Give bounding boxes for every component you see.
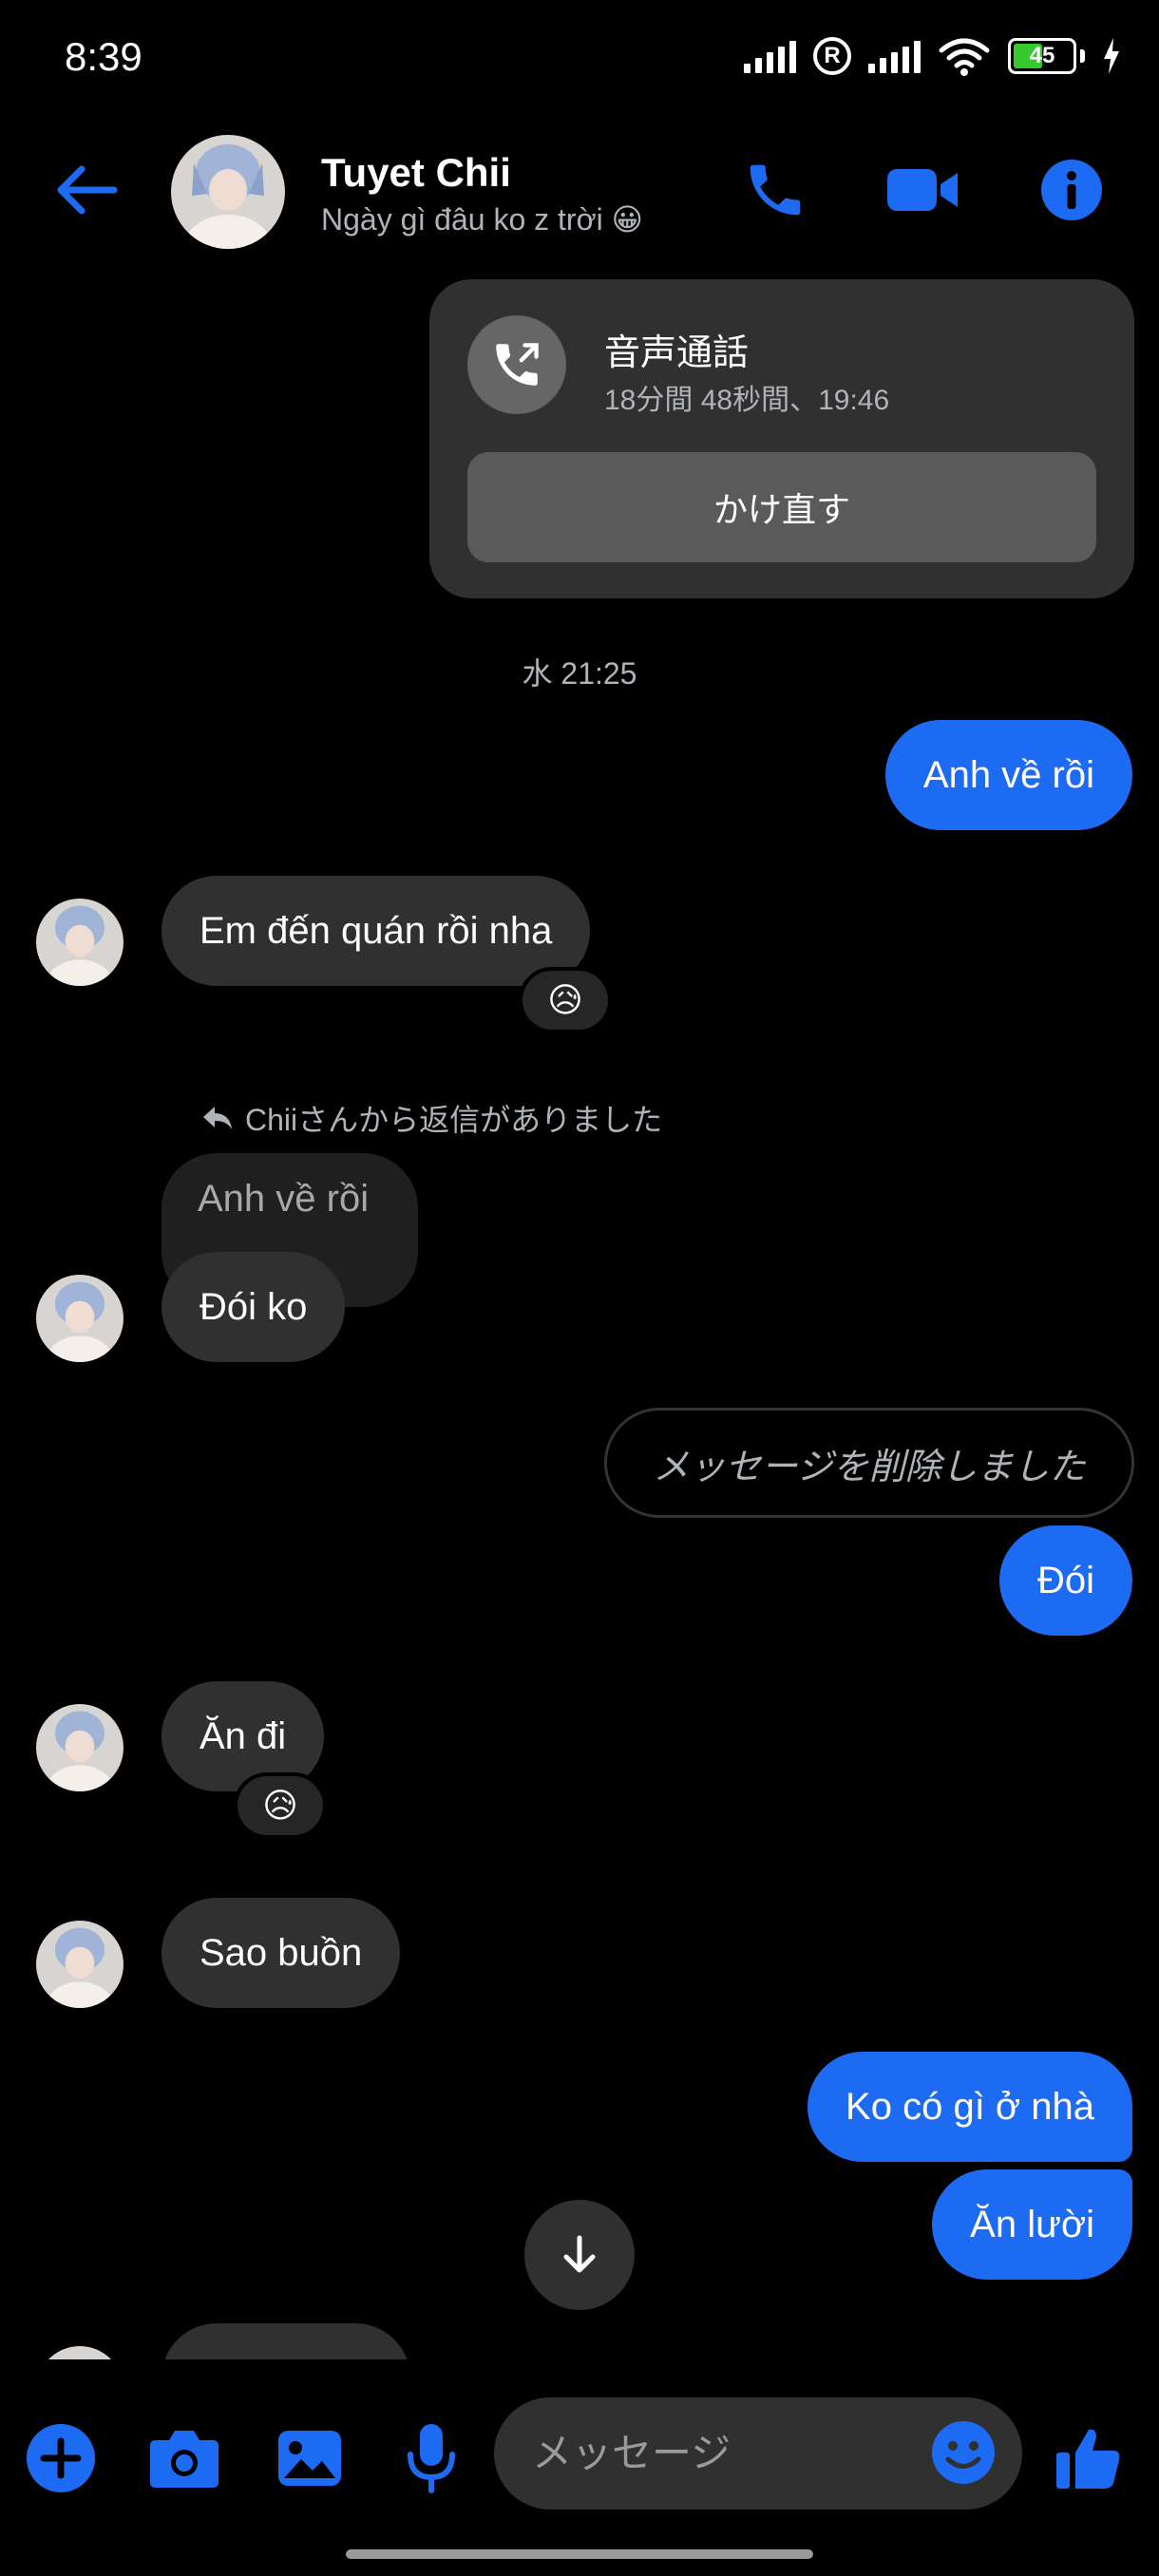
call-title: 音声通話: [604, 333, 750, 373]
call-icon: [467, 315, 566, 414]
registered-icon: R: [813, 37, 851, 75]
back-button[interactable]: [49, 152, 125, 228]
reply-arrow-icon: [203, 1107, 232, 1129]
home-indicator: [346, 2549, 813, 2559]
sender-avatar[interactable]: [36, 1921, 124, 2008]
deleted-message[interactable]: メッセージを削除しました: [604, 1408, 1134, 1518]
thumbs-up-icon: [1056, 2429, 1120, 2489]
voice-record-button[interactable]: [391, 2418, 471, 2498]
composer-bar: [0, 2359, 1159, 2576]
contact-status: Ngày gì đâu ko z trời 😀: [321, 202, 643, 237]
message-outgoing[interactable]: Đói: [998, 1525, 1132, 1636]
signal-icon: [744, 39, 796, 73]
call-back-button[interactable]: かけ直す: [467, 452, 1096, 562]
signal-icon-2: [868, 39, 921, 73]
sender-avatar[interactable]: [36, 899, 124, 986]
contact-avatar[interactable]: [171, 135, 285, 249]
message-incoming[interactable]: Đói ko: [162, 1252, 346, 1362]
microphone-icon: [408, 2424, 455, 2493]
arrow-left-icon: [57, 165, 118, 215]
message-outgoing[interactable]: Ko có gì ở nhà: [808, 2052, 1132, 2162]
video-camera-icon: [887, 169, 958, 211]
message-composer[interactable]: [494, 2397, 1022, 2510]
call-duration: 18分間 48秒間、19:46: [604, 385, 890, 416]
message-outgoing[interactable]: Ăn lười: [932, 2169, 1132, 2280]
status-icons: R 45: [744, 32, 1121, 80]
battery-icon: 45: [1008, 38, 1076, 74]
message-outgoing[interactable]: Anh về rồi: [884, 720, 1132, 830]
timestamp: 水 21:25: [522, 656, 637, 691]
video-call-button[interactable]: [885, 152, 961, 228]
call-outgoing-icon: [496, 343, 539, 386]
image-icon: [278, 2431, 341, 2486]
emoji-button[interactable]: [929, 2418, 998, 2487]
reply-note-text: Chiiさんから返信がありました: [245, 1103, 663, 1137]
camera-icon: [150, 2431, 218, 2488]
reply-indicator: Chiiさんから返信がありました: [201, 1096, 662, 1140]
arrow-down-icon: [563, 2235, 596, 2273]
message-incoming[interactable]: Sao buồn: [162, 1898, 401, 2008]
camera-button[interactable]: [144, 2418, 224, 2498]
reaction-badge[interactable]: 😥: [234, 1772, 327, 1839]
charging-icon: [1104, 38, 1119, 74]
smiley-icon: [932, 2421, 995, 2484]
message-incoming[interactable]: Em đến quán rồi nha: [162, 876, 591, 986]
status-time: 8:39: [65, 34, 142, 79]
info-icon: [1041, 160, 1102, 220]
sad-emoji-icon: 😥: [262, 1786, 298, 1825]
gallery-button[interactable]: [270, 2418, 350, 2498]
sad-emoji-icon: 😥: [547, 980, 583, 1019]
sender-avatar[interactable]: [36, 1704, 124, 1791]
wifi-icon: [939, 38, 990, 76]
info-button[interactable]: [1034, 152, 1110, 228]
message-input[interactable]: [532, 2397, 912, 2510]
scroll-to-bottom-button[interactable]: [524, 2200, 635, 2310]
plus-circle-icon: [27, 2424, 95, 2492]
like-button[interactable]: [1049, 2418, 1129, 2498]
voice-call-button[interactable]: [737, 152, 813, 228]
sender-avatar[interactable]: [36, 1275, 124, 1362]
contact-name[interactable]: Tuyet Chii: [321, 150, 511, 196]
voice-call-card: 音声通話 18分間 48秒間、19:46 かけ直す: [429, 279, 1134, 598]
phone-icon: [750, 164, 801, 216]
add-button[interactable]: [21, 2418, 101, 2498]
reaction-badge[interactable]: 😥: [519, 967, 612, 1033]
